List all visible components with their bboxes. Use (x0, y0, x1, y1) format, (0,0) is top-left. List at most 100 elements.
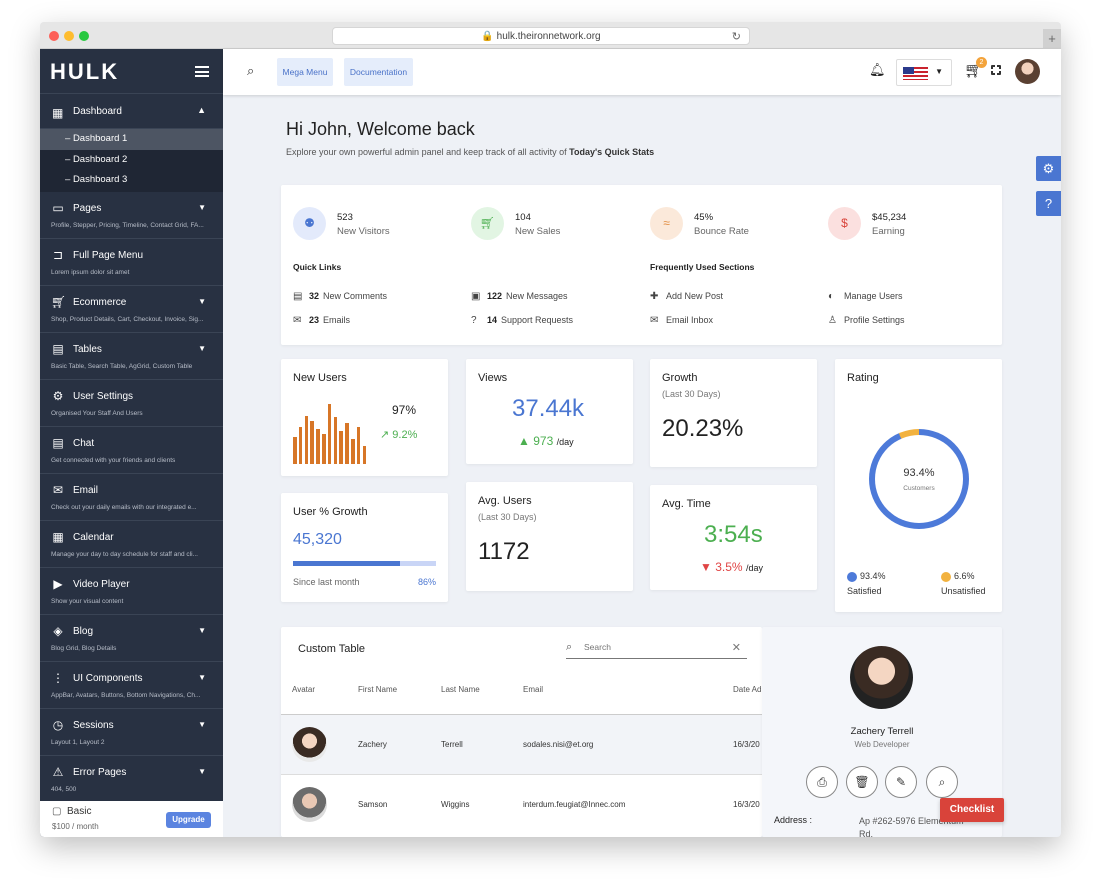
card-title: User % Growth (293, 506, 368, 518)
settings-gear-button[interactable]: ⚙ (1036, 156, 1061, 181)
subtitle-text: Explore your own powerful admin panel an… (286, 147, 567, 157)
sidebar-subitem-dashboard-2[interactable]: – Dashboard 2 (40, 149, 223, 170)
reload-icon[interactable]: ↻ (732, 29, 741, 46)
cell-email: interdum.feugiat@Innec.com (523, 800, 626, 809)
person-icon: ♙ (828, 315, 837, 326)
manage-users-icon: ◐ (828, 291, 835, 302)
sidebar-item-label: Full Page Menu (73, 250, 144, 261)
subitem-label: Dashboard 1 (72, 133, 128, 144)
sidebar-item-label: Video Player (73, 579, 130, 590)
play-icon: ▶ (53, 577, 63, 591)
language-select[interactable]: ▼ (896, 59, 952, 86)
subitem-label: Dashboard 3 (72, 174, 128, 185)
mega-menu-button[interactable]: Mega Menu (277, 58, 333, 86)
per-day-value: 973 (533, 434, 554, 448)
sidebar-item-calendar[interactable]: ▦ Calendar Manage your day to day schedule… (40, 521, 223, 568)
quick-link-new-messages[interactable]: ▣ 122 New Messages (471, 291, 568, 302)
upgrade-button[interactable]: Upgrade (166, 812, 211, 828)
sidebar-item-dashboard[interactable]: ▦ Dashboard ▲ (40, 94, 223, 129)
sidebar-item-pages[interactable]: ▭ Pages Profile, Stepper, Pricing, Timelin… (40, 192, 223, 239)
legend-unsatisfied: 6.6% (941, 571, 975, 582)
column-header-last-name[interactable]: Last Name (441, 685, 480, 694)
bar-8 (333, 417, 338, 464)
column-header-date[interactable]: Date Ad (733, 685, 761, 694)
column-header-first-name[interactable]: First Name (358, 685, 397, 694)
quick-link-new-comments[interactable]: ▤ 32 New Comments (293, 291, 387, 302)
sidebar-item-full-page-menu[interactable]: ⊐ Full Page Menu Lorem ipsum dolor sit ame… (40, 239, 223, 286)
section-email-inbox[interactable]: ✉ Email Inbox (650, 315, 713, 326)
view-button[interactable]: ⌕ (926, 766, 958, 798)
checklist-button[interactable]: Checklist (940, 798, 1004, 822)
custom-table-card: Custom Table ⌕ ✕ Avatar First Name Last … (281, 627, 762, 837)
section-label: Email Inbox (666, 315, 714, 325)
section-profile-settings[interactable]: ♙ Profile Settings (828, 315, 905, 326)
table-row[interactable]: Zachery Terrell sodales.nisi@et.org 16/3… (281, 714, 762, 774)
card-title: Growth (662, 372, 698, 384)
quick-stats-card: ⚉ 523 New Visitors 🛒︎ 104 New Sales ≈45% Bounce… (281, 185, 1002, 345)
sidebar-subitem-dashboard-3[interactable]: – Dashboard 3 (40, 170, 223, 192)
sidebar-item-email[interactable]: ✉ Email Check out your daily emails with o… (40, 474, 223, 521)
sidebar-item-video-player[interactable]: ▶ Video Player Show your visual content (40, 568, 223, 615)
chevron-down-icon: ▼ (198, 767, 206, 776)
section-manage-users[interactable]: ◐ Manage Users (828, 291, 903, 302)
sidebar-subitem-dashboard-1[interactable]: – Dashboard 1 (40, 129, 223, 150)
plus-icon[interactable]: + (1043, 29, 1061, 49)
chevron-up-icon: ▲ (197, 105, 206, 115)
menu-icon[interactable] (195, 66, 209, 77)
sidebar-item-ui-components[interactable]: ⋮ UI Components AppBar, Avatars, Buttons, … (40, 662, 223, 709)
comment-icon: ▤ (293, 291, 303, 302)
section-label: Add New Post (666, 291, 724, 301)
page-title: Hi John, Welcome back (286, 119, 475, 139)
sidebar-item-list: ▭ Pages Profile, Stepper, Pricing, Timelin… (40, 192, 223, 803)
sidebar-item-sessions[interactable]: ◷ Sessions Layout 1, Layout 2 ▼ (40, 709, 223, 756)
help-button[interactable]: ? (1036, 191, 1061, 216)
bell-icon[interactable]: 🔔︎ (869, 62, 886, 78)
sidebar-item-label: Ecommerce (73, 297, 127, 308)
quick-link-support-requests[interactable]: ? 14 Support Requests (471, 315, 573, 326)
column-header-avatar[interactable]: Avatar (292, 685, 315, 694)
sidebar-item-label: Email (73, 485, 99, 496)
search-icon[interactable]: ⌕ (247, 63, 254, 79)
arrow-up-icon: ▲ (518, 434, 530, 448)
arrow-down-icon: ▼ (700, 560, 712, 574)
avg-time-value: 3:54s (704, 521, 763, 548)
print-button[interactable]: ⎙ (806, 766, 838, 798)
sidebar-item-chat[interactable]: ▤ Chat Get connected with your friends and… (40, 427, 223, 474)
maximize-window-button[interactable] (79, 31, 89, 41)
sidebar-item-error-pages[interactable]: ⚠ Error Pages 404, 500 ▼ (40, 756, 223, 803)
change-value: 3.5% (715, 560, 743, 574)
sidebar-item-tables[interactable]: ▤ Tables Basic Table, Search Table, AgGrid… (40, 333, 223, 380)
close-window-button[interactable] (49, 31, 59, 41)
views-card: Views 37.44k ▲ 973 /day (466, 359, 633, 464)
trending-up-icon: ↗ (380, 429, 390, 441)
user-avatar[interactable] (1015, 59, 1040, 84)
user-growth-value: 45,320 (293, 531, 342, 548)
plan-price: $100 / month (52, 822, 99, 831)
table-search[interactable]: ⌕ ✕ (566, 640, 747, 659)
new-users-change: ↗ 9.2% (380, 428, 417, 441)
address-bar[interactable]: 🔒 hulk.theironnetwork.org ↻ (332, 27, 750, 45)
bar-10 (345, 423, 349, 464)
chevron-down-icon: ▼ (198, 344, 206, 353)
quick-link-emails[interactable]: ✉ 23 Emails (293, 315, 350, 326)
quick-link-label: Support Requests (501, 315, 574, 325)
sidebar-header: HULK (40, 49, 223, 94)
close-icon[interactable]: ✕ (732, 641, 741, 654)
layers-icon: ◈ (53, 624, 63, 638)
rating-donut-chart: 93.4% Customers (869, 429, 969, 529)
search-icon: ⌕ (566, 641, 573, 653)
table-row[interactable]: Samson Wiggins interdum.feugiat@Innec.co… (281, 774, 762, 834)
section-add-new-post[interactable]: ✚ Add New Post (650, 291, 723, 302)
minimize-window-button[interactable] (64, 31, 74, 41)
url-text: hulk.theironnetwork.org (496, 31, 601, 42)
delete-button[interactable]: 🗑︎ (846, 766, 878, 798)
documentation-button[interactable]: Documentation (344, 58, 413, 86)
sidebar-item-user-settings[interactable]: ⚙ User Settings Organised Your Staff And U… (40, 380, 223, 427)
edit-button[interactable]: ✎ (885, 766, 917, 798)
fullscreen-icon[interactable] (990, 64, 1004, 78)
sidebar-item-ecommerce[interactable]: 🛒︎ Ecommerce Shop, Product Details, Cart, … (40, 286, 223, 333)
search-input[interactable] (584, 642, 724, 652)
column-header-email[interactable]: Email (523, 685, 543, 694)
cart-icon: 🛒︎ (51, 295, 67, 309)
sidebar-item-blog[interactable]: ◈ Blog Blog Grid, Blog Details ▼ (40, 615, 223, 662)
